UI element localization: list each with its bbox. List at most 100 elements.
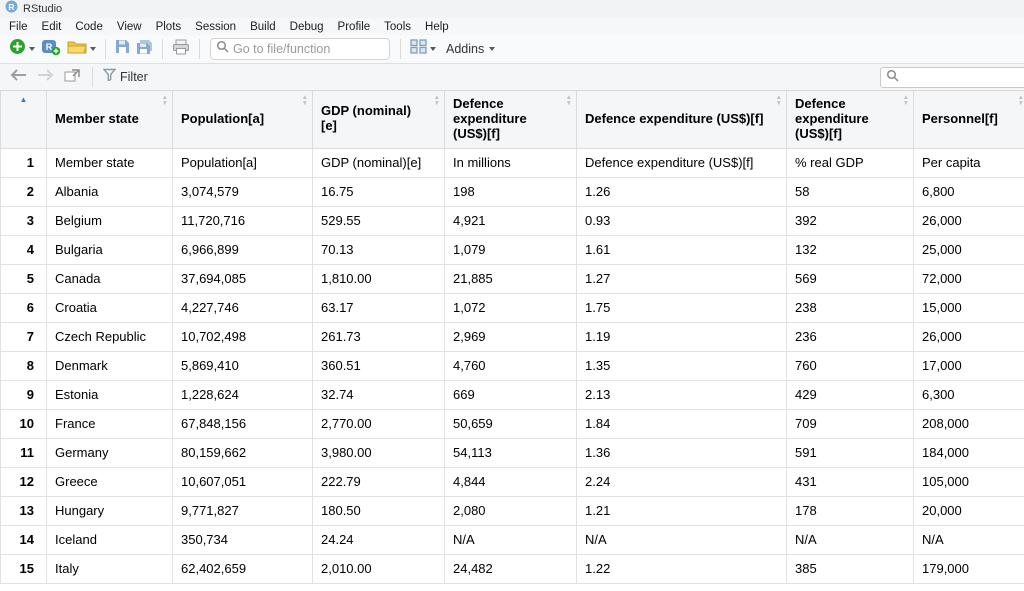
cell: 1.26 [577,177,787,206]
column-header-label: Defence expenditure (US$)[f] [795,97,893,142]
open-file-button[interactable] [64,37,99,61]
row-number-header[interactable]: ▲ [1,91,47,148]
sort-arrows-icon: ▲▼ [434,95,440,107]
column-header-2[interactable]: ▲▼Population[a] [173,91,313,148]
cell: 238 [787,293,914,322]
cell: 2.24 [577,467,787,496]
menu-edit[interactable]: Edit [35,21,69,33]
column-header-label: Personnel[f] [922,112,1008,127]
menu-tools[interactable]: Tools [377,21,418,33]
cell: 9,771,827 [173,496,313,525]
goto-file-function-box[interactable] [210,38,390,60]
cell: 32.74 [313,380,445,409]
sort-arrows-icon: ▲▼ [302,95,308,107]
viewer-toolbar: Filter [0,64,1024,91]
cell: 3,980.00 [313,438,445,467]
menu-debug[interactable]: Debug [283,21,331,33]
pane-layout-icon [410,39,427,59]
rstudio-logo-icon: R [5,0,18,18]
popout-window-icon [64,68,80,87]
cell: 0.93 [577,206,787,235]
cell: GDP (nominal)[e] [313,148,445,177]
cell: 67,848,156 [173,409,313,438]
cell: 105,000 [914,467,1024,496]
cell: 72,000 [914,264,1024,293]
cell: 591 [787,438,914,467]
cell: 184,000 [914,438,1024,467]
cell: 198 [445,177,577,206]
pane-layout-button[interactable] [407,37,439,61]
cell: Hungary [47,496,173,525]
row-number: 15 [1,554,47,583]
menu-plots[interactable]: Plots [149,21,189,33]
forward-button[interactable] [33,66,58,88]
filter-button[interactable]: Filter [99,66,152,88]
new-file-caret-icon [29,47,35,51]
cell: 392 [787,206,914,235]
cell: Italy [47,554,173,583]
cell: 6,800 [914,177,1024,206]
show-in-new-window-button[interactable] [60,66,84,89]
print-button[interactable] [169,37,193,62]
cell: N/A [445,525,577,554]
svg-text:R: R [8,2,14,12]
new-project-button[interactable]: R [38,36,64,63]
data-viewer: ▲ ▲▼Member state▲▼Population[a]▲▼GDP (no… [0,91,1024,584]
cell: 58 [787,177,914,206]
new-project-icon: R [41,38,61,61]
table-row: 3Belgium11,720,716529.554,9210.9339226,0… [1,206,1024,235]
save-icon [115,39,130,59]
menu-session[interactable]: Session [188,21,243,33]
menu-help[interactable]: Help [418,21,456,33]
cell: Albania [47,177,173,206]
new-file-button[interactable] [6,36,38,62]
addins-label: Addins [446,42,484,56]
menu-file[interactable]: File [2,21,35,33]
menu-profile[interactable]: Profile [331,21,378,33]
sort-ascending-icon: ▲ [3,96,44,104]
menu-code[interactable]: Code [68,21,110,33]
save-all-button[interactable] [133,37,156,62]
menu-build[interactable]: Build [243,21,283,33]
column-header-5[interactable]: ▲▼Defence expenditure (US$)[f] [577,91,787,148]
row-number: 13 [1,496,47,525]
save-button[interactable] [112,37,133,61]
column-header-1[interactable]: ▲▼Member state [47,91,173,148]
cell: 5,869,410 [173,351,313,380]
open-file-caret-icon [90,47,96,51]
cell: N/A [787,525,914,554]
column-header-label: Defence expenditure (US$)[f] [453,97,556,142]
column-header-4[interactable]: ▲▼Defence expenditure (US$)[f] [445,91,577,148]
cell: 80,159,662 [173,438,313,467]
cell: 6,966,899 [173,235,313,264]
sort-arrows-icon: ▲▼ [903,95,909,107]
title-bar: R RStudio [0,0,1024,18]
row-number: 11 [1,438,47,467]
cell: 709 [787,409,914,438]
column-header-6[interactable]: ▲▼ Defence expenditure (US$)[f] [787,91,914,148]
menu-view[interactable]: View [110,21,149,33]
cell: 1.19 [577,322,787,351]
cell: Czech Republic [47,322,173,351]
row-number: 12 [1,467,47,496]
cell: 2.13 [577,380,787,409]
cell: 529.55 [313,206,445,235]
table-search-input[interactable] [903,71,1018,85]
cell: N/A [914,525,1024,554]
cell: 25,000 [914,235,1024,264]
cell: N/A [577,525,787,554]
goto-file-function-input[interactable] [233,42,383,56]
row-number: 4 [1,235,47,264]
menubar: FileEditCodeViewPlotsSessionBuildDebugPr… [0,18,1024,35]
data-table: ▲ ▲▼Member state▲▼Population[a]▲▼GDP (no… [0,91,1024,584]
cell: 1,810.00 [313,264,445,293]
row-number: 10 [1,409,47,438]
column-header-3[interactable]: ▲▼GDP (nominal)[e] [313,91,445,148]
addins-button[interactable]: Addins [439,40,498,58]
table-search-box[interactable] [880,67,1024,88]
column-header-7[interactable]: ▲▼Personnel[f] [914,91,1024,148]
addins-caret-icon [489,47,495,51]
cell: Population[a] [173,148,313,177]
back-button[interactable] [6,66,31,88]
table-row: 1Member statePopulation[a]GDP (nominal)[… [1,148,1024,177]
